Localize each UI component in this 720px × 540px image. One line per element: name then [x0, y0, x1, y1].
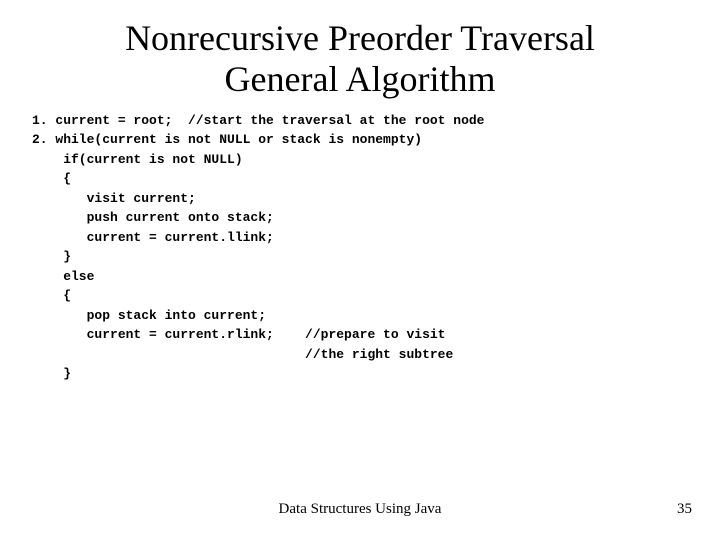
title-line-1: Nonrecursive Preorder Traversal	[125, 18, 595, 58]
title-line-2: General Algorithm	[225, 59, 496, 99]
slide-title: Nonrecursive Preorder Traversal General …	[0, 0, 720, 101]
algorithm-code: 1. current = root; //start the traversal…	[0, 101, 720, 384]
slide: Nonrecursive Preorder Traversal General …	[0, 0, 720, 540]
footer-source: Data Structures Using Java	[0, 501, 720, 518]
page-number: 35	[677, 501, 692, 518]
